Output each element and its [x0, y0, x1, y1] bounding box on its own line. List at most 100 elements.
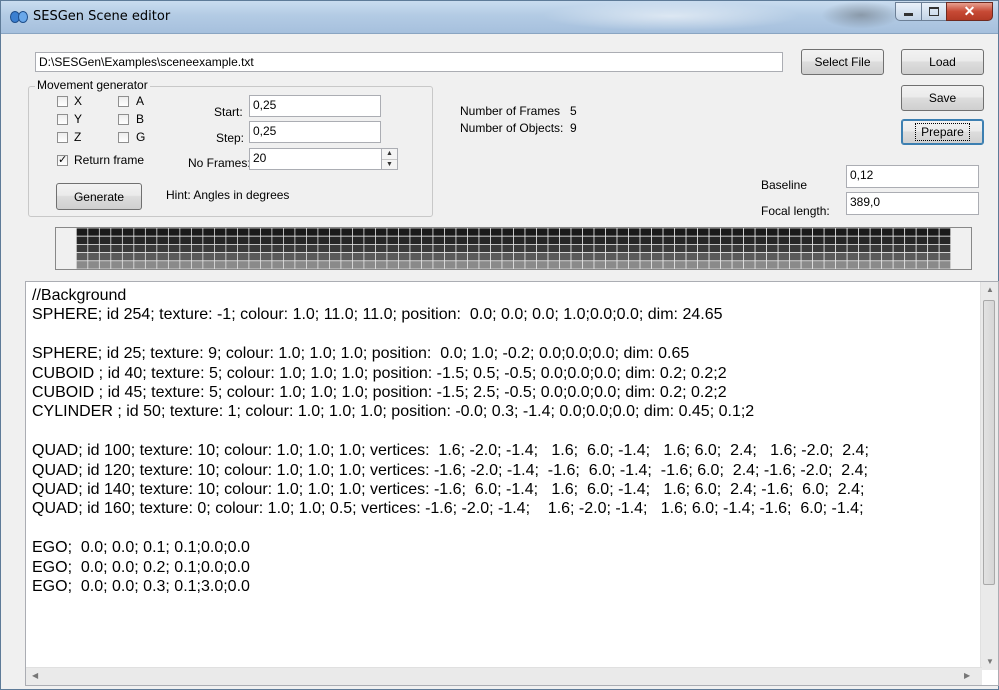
grid-cell [720, 235, 733, 245]
scene-text-content[interactable]: //Background SPHERE; id 254; texture: -1… [32, 286, 869, 597]
grid-cell [766, 244, 779, 253]
scroll-left-icon[interactable]: ◀ [32, 671, 38, 680]
grid-cell [271, 244, 284, 253]
baseline-label: Baseline [761, 178, 808, 192]
title-bar[interactable]: SESGen Scene editor ✕ [1, 1, 998, 34]
grid-cell [294, 260, 307, 269]
grid-cell [881, 252, 894, 262]
grid-cell [708, 244, 721, 253]
grid-cell [524, 228, 537, 237]
spin-up-icon[interactable]: ▲ [382, 149, 397, 160]
grid-cell [639, 235, 652, 245]
maximize-button[interactable] [921, 2, 947, 21]
grid-cell [144, 228, 158, 237]
grid-cell [513, 244, 526, 253]
checkbox-b[interactable] [118, 114, 129, 125]
grid-cell [720, 252, 733, 262]
grid-cell [478, 235, 491, 245]
grid-cell [409, 244, 422, 253]
grid-cell [329, 235, 342, 245]
grid-cell [639, 244, 652, 253]
grid-cell [121, 244, 135, 253]
grid-cell [98, 228, 112, 237]
close-button[interactable]: ✕ [946, 2, 993, 21]
grid-cell [352, 260, 365, 269]
grid-cell [904, 252, 917, 262]
generate-button[interactable]: Generate [56, 183, 142, 210]
grid-cell [329, 252, 342, 262]
checkbox-b-label: B [136, 112, 145, 126]
frames-spinner[interactable]: ▲ ▼ [381, 148, 398, 170]
grid-cell [754, 235, 767, 245]
grid-cell [340, 244, 353, 253]
grid-cell [202, 235, 215, 245]
grid-cell [823, 244, 837, 253]
grid-cell [846, 235, 860, 245]
grid-cell [478, 228, 491, 237]
grid-cell [444, 244, 457, 253]
hint-text: Hint: Angles in degrees [166, 188, 290, 202]
grid-cell [363, 260, 376, 269]
grid-cell [156, 228, 169, 237]
grid-cell [743, 252, 756, 262]
horizontal-scrollbar[interactable]: ◀ ▶ [26, 667, 982, 685]
checkbox-z[interactable] [57, 132, 68, 143]
spin-down-icon[interactable]: ▼ [382, 160, 397, 170]
grid-cell [616, 235, 629, 245]
load-button[interactable]: Load [901, 49, 984, 75]
grid-cell [720, 228, 733, 237]
checkbox-x[interactable] [57, 96, 68, 107]
scroll-down-icon[interactable]: ▼ [986, 657, 994, 666]
grid-cell [98, 252, 112, 262]
grid-cell [547, 244, 560, 253]
prepare-button[interactable]: Prepare [901, 119, 984, 145]
focal-length-input[interactable]: 389,0 [846, 192, 979, 215]
grid-cell [237, 244, 250, 253]
grid-cell [156, 260, 169, 269]
select-file-button[interactable]: Select File [801, 49, 884, 75]
checkbox-g[interactable] [118, 132, 129, 143]
grid-cell [340, 228, 353, 237]
baseline-input[interactable]: 0,12 [846, 165, 979, 188]
grid-cell [352, 228, 365, 237]
checkbox-a[interactable] [118, 96, 129, 107]
step-input[interactable]: 0,25 [249, 121, 381, 143]
minimize-button[interactable] [895, 2, 922, 21]
checkbox-a-label: A [136, 94, 145, 108]
no-frames-input[interactable]: 20 [249, 148, 382, 170]
grid-cell [190, 244, 204, 253]
scroll-right-icon[interactable]: ▶ [964, 671, 970, 680]
grid-cell [754, 228, 767, 237]
start-input[interactable]: 0,25 [249, 95, 381, 117]
grid-cell [432, 260, 445, 269]
grid-cell [927, 260, 940, 269]
grid-cell [317, 252, 330, 262]
grid-cell [559, 252, 572, 262]
grid-cell [271, 235, 284, 245]
grid-cell [685, 244, 698, 253]
grid-cell [432, 244, 445, 253]
file-path-input[interactable]: D:\SESGen\Examples\sceneexample.txt [35, 52, 783, 72]
grid-cell [98, 260, 112, 269]
vertical-scroll-thumb[interactable] [983, 300, 995, 585]
grid-cell [524, 235, 537, 245]
grid-cell [490, 252, 503, 262]
scene-text-editor[interactable]: //Background SPHERE; id 254; texture: -1… [25, 281, 999, 686]
grid-cell [260, 252, 273, 262]
vertical-scrollbar[interactable]: ▲ ▼ [980, 282, 998, 670]
scroll-up-icon[interactable]: ▲ [986, 285, 994, 294]
grid-cell [800, 235, 814, 245]
grid-cell [133, 235, 146, 245]
grid-cell [490, 260, 503, 269]
grid-cell [628, 252, 641, 262]
grid-cell [179, 228, 192, 237]
checkbox-y[interactable] [57, 114, 68, 125]
checkbox-return-frame[interactable]: ✓ [57, 155, 68, 166]
grid-cell [329, 260, 342, 269]
grid-cell [605, 235, 618, 245]
grid-cell [455, 260, 468, 269]
grid-cell [662, 244, 675, 253]
grid-cell [513, 260, 526, 269]
save-button[interactable]: Save [901, 85, 984, 111]
grid-cell [731, 252, 744, 262]
